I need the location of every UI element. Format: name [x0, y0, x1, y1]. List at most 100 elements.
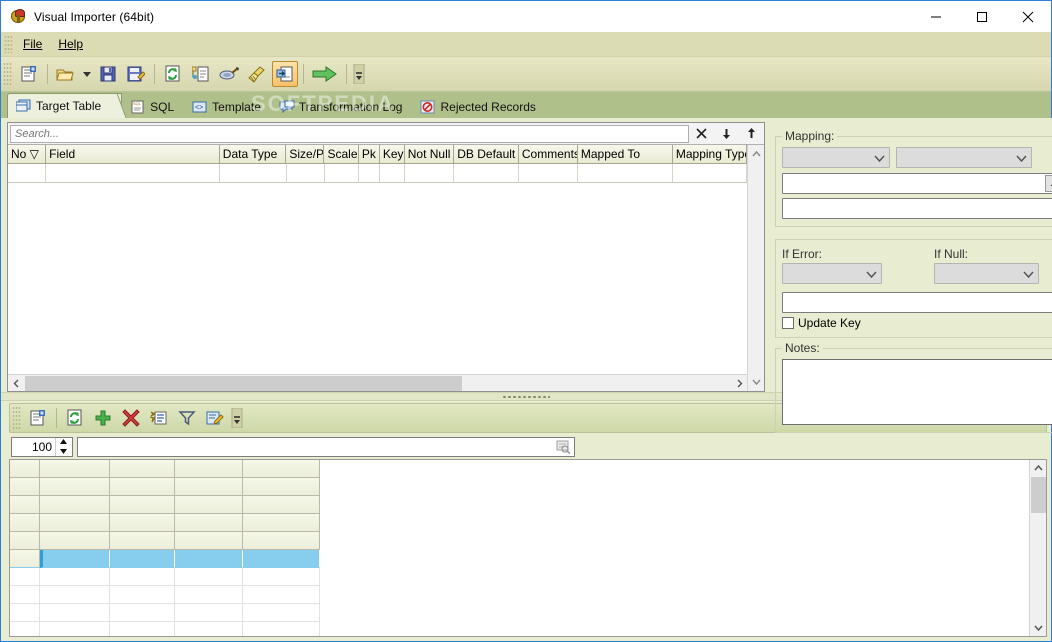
- data-cell[interactable]: [40, 514, 110, 532]
- table-cell[interactable]: [286, 164, 325, 183]
- table-cell[interactable]: [324, 164, 359, 183]
- data-cell[interactable]: [175, 478, 243, 496]
- table-cell[interactable]: [454, 164, 519, 183]
- column-header-data-type[interactable]: Data Type: [219, 145, 287, 164]
- column-header-scale[interactable]: Scale: [324, 145, 359, 164]
- import-icon[interactable]: [272, 61, 298, 87]
- stepper-up-icon[interactable]: [56, 438, 70, 447]
- maximize-button[interactable]: [959, 1, 1005, 32]
- data-grid-vscrollbar[interactable]: [1029, 460, 1046, 636]
- stepper-down-icon[interactable]: [56, 447, 70, 456]
- data-cell[interactable]: [243, 496, 320, 514]
- data-cell[interactable]: [175, 604, 243, 622]
- data-cell[interactable]: [243, 568, 320, 586]
- data-cell[interactable]: [175, 460, 243, 478]
- hscroll-track[interactable]: [25, 375, 730, 391]
- column-header-mapping-type[interactable]: Mapping Type: [672, 145, 748, 164]
- data-cell[interactable]: [110, 532, 175, 550]
- data-row-selected[interactable]: [10, 550, 1029, 568]
- field-grid-vscrollbar[interactable]: [747, 145, 764, 391]
- column-header-mapped-to[interactable]: Mapped To: [577, 145, 673, 164]
- table-cell[interactable]: [358, 164, 380, 183]
- data-vscroll-down-icon[interactable]: [1030, 620, 1047, 636]
- data-cell[interactable]: [175, 586, 243, 604]
- table-cell[interactable]: [672, 164, 747, 183]
- data-row[interactable]: [10, 568, 1029, 586]
- edit-filter-icon[interactable]: [146, 405, 172, 431]
- data-row[interactable]: [10, 514, 1029, 532]
- data-row[interactable]: [10, 604, 1029, 622]
- row-header-cell[interactable]: [10, 514, 40, 532]
- column-header-key[interactable]: Key: [379, 145, 405, 164]
- data-cell[interactable]: [40, 460, 110, 478]
- toolbar-grip-icon[interactable]: [3, 62, 12, 86]
- tab-template[interactable]: <> Template: [184, 96, 271, 118]
- table-cell[interactable]: [379, 164, 405, 183]
- data-cell[interactable]: [40, 622, 110, 636]
- row-header-cell[interactable]: [10, 622, 40, 636]
- table-cell[interactable]: [46, 164, 221, 183]
- data-cell[interactable]: [110, 478, 175, 496]
- default-value-field[interactable]: [782, 292, 1052, 313]
- data-cell[interactable]: [110, 586, 175, 604]
- menu-item-help[interactable]: Help: [50, 34, 91, 54]
- search-next-icon[interactable]: [714, 124, 739, 144]
- hscroll-thumb[interactable]: [25, 375, 463, 391]
- close-button[interactable]: [1005, 1, 1051, 32]
- expression-field[interactable]: ...: [782, 173, 1052, 194]
- data-cell[interactable]: [175, 550, 243, 568]
- row-header-cell[interactable]: [10, 496, 40, 514]
- open-folder-icon[interactable]: [53, 61, 79, 87]
- query-input[interactable]: [77, 436, 575, 457]
- row-header-cell[interactable]: [10, 460, 40, 478]
- data-cell[interactable]: [175, 532, 243, 550]
- data-cell[interactable]: [243, 514, 320, 532]
- tab-target-table[interactable]: Target Table: [7, 93, 123, 118]
- if-null-select[interactable]: [934, 263, 1039, 284]
- lookup-icon[interactable]: [556, 440, 572, 454]
- expression-browse-button[interactable]: ...: [1045, 175, 1052, 192]
- open-folder-dropdown-icon[interactable]: [81, 61, 93, 87]
- data-cell[interactable]: [243, 460, 320, 478]
- column-header-comments[interactable]: Comments: [518, 145, 578, 164]
- data-cell[interactable]: [40, 478, 110, 496]
- data-cell[interactable]: [110, 460, 175, 478]
- clear-search-icon[interactable]: [689, 124, 714, 144]
- data-cell[interactable]: [243, 550, 320, 568]
- row-header-cell[interactable]: [10, 586, 40, 604]
- filter-icon[interactable]: [174, 405, 200, 431]
- data-cell[interactable]: [40, 586, 110, 604]
- data-row[interactable]: [10, 478, 1029, 496]
- data-cell[interactable]: [110, 604, 175, 622]
- data-cell[interactable]: [110, 622, 175, 636]
- data-cell[interactable]: [110, 568, 175, 586]
- menu-grip-icon[interactable]: [4, 35, 13, 53]
- save-as-icon[interactable]: [123, 61, 149, 87]
- clear-broom-icon[interactable]: [244, 61, 270, 87]
- row-header-cell[interactable]: [10, 604, 40, 622]
- if-error-select[interactable]: [782, 263, 882, 284]
- column-header-field[interactable]: Field: [46, 145, 220, 164]
- data-row[interactable]: [10, 586, 1029, 604]
- data-row[interactable]: [10, 496, 1029, 514]
- vscroll-up-icon[interactable]: [751, 147, 761, 161]
- row-header-cell[interactable]: [10, 532, 40, 550]
- data-cell[interactable]: [40, 496, 110, 514]
- row-header-cell[interactable]: [10, 478, 40, 496]
- data-cell[interactable]: [40, 532, 110, 550]
- data-cell[interactable]: [175, 496, 243, 514]
- tab-rejected-records[interactable]: Rejected Records: [412, 96, 545, 118]
- data-cell[interactable]: [110, 496, 175, 514]
- mapping-type-select[interactable]: [782, 147, 890, 168]
- delete-record-icon[interactable]: [118, 405, 144, 431]
- refresh-icon[interactable]: [160, 61, 186, 87]
- properties-icon[interactable]: [25, 405, 51, 431]
- data-cell[interactable]: [243, 604, 320, 622]
- data-cell[interactable]: [243, 622, 320, 636]
- field-grid-hscrollbar[interactable]: [8, 374, 747, 391]
- execute-arrow-icon[interactable]: [309, 61, 341, 87]
- tab-transformation-log[interactable]: Transformation Log: [271, 96, 413, 118]
- bottom-overflow-icon[interactable]: [230, 405, 244, 431]
- edit-record-icon[interactable]: [202, 405, 228, 431]
- search-prev-icon[interactable]: [739, 124, 764, 144]
